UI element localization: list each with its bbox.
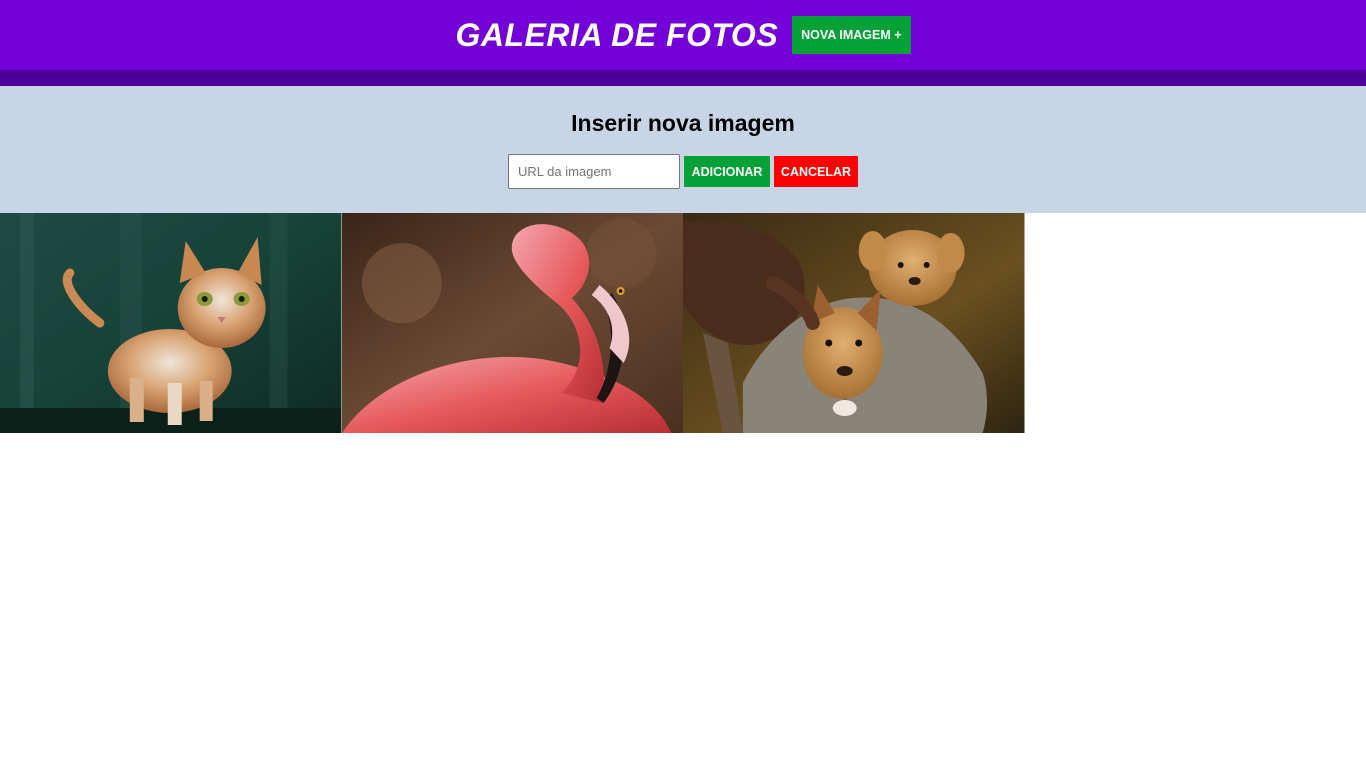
form-controls: ADICIONAR CANCELAR (508, 154, 858, 189)
page-title: GALERIA DE FOTOS (455, 16, 779, 53)
add-button[interactable]: ADICIONAR (684, 156, 770, 187)
app-header: GALERIA DE FOTOS NOVA IMAGEM + (0, 0, 1366, 70)
gallery-image-cat[interactable] (0, 213, 342, 433)
new-image-button[interactable]: NOVA IMAGEM + (792, 16, 911, 54)
gallery-image-puppies[interactable] (683, 213, 1025, 433)
header-divider (0, 70, 1366, 86)
gallery-image-flamingo[interactable] (341, 213, 683, 433)
flamingo-photo-image (341, 213, 683, 433)
new-image-form: Inserir nova imagem ADICIONAR CANCELAR (0, 86, 1366, 213)
cat-photo-image (0, 213, 342, 433)
puppies-photo-image (683, 213, 1025, 433)
image-url-input[interactable] (508, 154, 680, 189)
photo-gallery (0, 213, 1025, 433)
form-title: Inserir nova imagem (571, 110, 795, 136)
cancel-button[interactable]: CANCELAR (774, 156, 858, 187)
